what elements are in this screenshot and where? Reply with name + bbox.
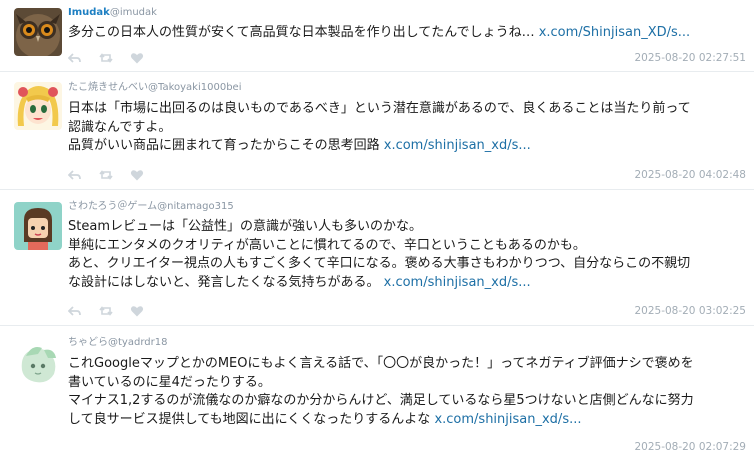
post-line: 品質がいい商品に囲まれて育ったからこその思考回路 x.com/shinjisan…	[68, 138, 531, 153]
post-line: 単純にエンタメのクオリティが高いことに慣れてるので、辛口ということもあるのかも。	[68, 237, 586, 253]
post: さわたろう＠ゲーム@nitamago315 Steamレビューは「公益性」の意識…	[0, 190, 754, 326]
post-header: たこ焼きせんべい@Takoyaki1000bei	[68, 81, 241, 94]
anime-girl-avatar[interactable]	[14, 82, 62, 130]
post-header: ちゃどら@tyadrdr18	[68, 336, 167, 349]
display-name[interactable]: ちゃどら	[68, 337, 108, 348]
post-actions	[68, 168, 144, 182]
retweet-icon[interactable]	[99, 304, 113, 318]
post-line: 多分この日本人の性質が安くて高品質な日本製品を作り出してたんでしょうね… x.c…	[68, 25, 691, 40]
green-character-avatar[interactable]	[14, 340, 62, 388]
handle[interactable]: @Takoyaki1000bei	[148, 82, 241, 93]
like-icon[interactable]	[130, 168, 144, 182]
post-line: な設計にはしないと、発言したくなる気持ちがある。 x.com/shinjisan…	[68, 274, 531, 290]
post-actions	[68, 304, 144, 318]
display-name[interactable]: さわたろう＠ゲーム	[68, 201, 157, 212]
post-link[interactable]: x.com/Shinjisan_XD/s...	[539, 25, 690, 40]
timestamp[interactable]: 2025-08-20 02:27:51	[634, 52, 746, 64]
display-name[interactable]: たこ焼きせんべい	[68, 82, 148, 93]
post-text: これGoogleマップとかのMEOにもよく言える話で、「〇〇が良かった！」ってネ…	[68, 355, 748, 429]
post: Imudak@imudak 多分この日本人の性質が安くて高品質な日本製品を作り出…	[0, 0, 754, 72]
post-link[interactable]: x.com/shinjisan_xd/s...	[384, 138, 531, 153]
post-line: あと、クリエイター視点の人もすごく多くて辛口になる。褒める大事さもわかりつつ、自…	[68, 256, 691, 271]
handle[interactable]: @tyadrdr18	[108, 337, 167, 348]
handle[interactable]: @nitamago315	[157, 201, 234, 212]
post-text: 日本は「市場に出回るのは良いものであるべき」という潜在意識があるので、良くあるこ…	[68, 100, 748, 156]
reply-icon[interactable]	[68, 304, 82, 318]
post: たこ焼きせんべい@Takoyaki1000bei 日本は「市場に出回るのは良いも…	[0, 72, 754, 190]
post-link[interactable]: x.com/shinjisan_xd/s...	[434, 412, 581, 427]
post-line: 認識なんですよ。	[68, 119, 172, 135]
post: ちゃどら@tyadrdr18 これGoogleマップとかのMEOにもよく言える話…	[0, 326, 754, 467]
post-line: これGoogleマップとかのMEOにもよく言える話で、「〇〇が良かった！」ってネ…	[68, 356, 694, 371]
like-icon[interactable]	[130, 51, 144, 65]
post-feed: Imudak@imudak 多分この日本人の性質が安くて高品質な日本製品を作り出…	[0, 0, 754, 467]
reply-icon[interactable]	[68, 168, 82, 182]
owl-avatar[interactable]	[14, 8, 62, 56]
timestamp[interactable]: 2025-08-20 04:02:48	[634, 169, 746, 181]
post-text: Steamレビューは「公益性」の意識が強い人も多いのかな。 単純にエンタメのクオ…	[68, 218, 748, 292]
timestamp[interactable]: 2025-08-20 03:02:25	[634, 305, 746, 317]
post-text: 多分この日本人の性質が安くて高品質な日本製品を作り出してたんでしょうね… x.c…	[68, 24, 748, 43]
retweet-icon[interactable]	[99, 168, 113, 182]
post-header: Imudak@imudak	[68, 6, 157, 19]
like-icon[interactable]	[130, 304, 144, 318]
display-name[interactable]: Imudak	[68, 7, 110, 18]
post-actions	[68, 51, 144, 65]
handle[interactable]: @imudak	[110, 7, 157, 18]
post-link[interactable]: x.com/shinjisan_xd/s...	[384, 275, 531, 290]
retweet-icon[interactable]	[99, 51, 113, 65]
villager-avatar[interactable]	[14, 202, 62, 250]
post-line: 日本は「市場に出回るのは良いものであるべき」という潜在意識があるので、良くあるこ…	[68, 101, 691, 116]
post-line: マイナス1,2するのが流儀なのか癖なのか分からんけど、満足しているなら星5つけな…	[68, 393, 694, 408]
timestamp[interactable]: 2025-08-20 02:07:29	[634, 441, 746, 453]
post-line: 書いているのに星4だったりする。	[68, 374, 271, 390]
post-line: して良サービス提供しても地図に出にくくなったりするんよな x.com/shinj…	[68, 411, 582, 427]
reply-icon[interactable]	[68, 51, 82, 65]
post-line: Steamレビューは「公益性」の意識が強い人も多いのかな。	[68, 219, 422, 234]
post-header: さわたろう＠ゲーム@nitamago315	[68, 200, 234, 213]
